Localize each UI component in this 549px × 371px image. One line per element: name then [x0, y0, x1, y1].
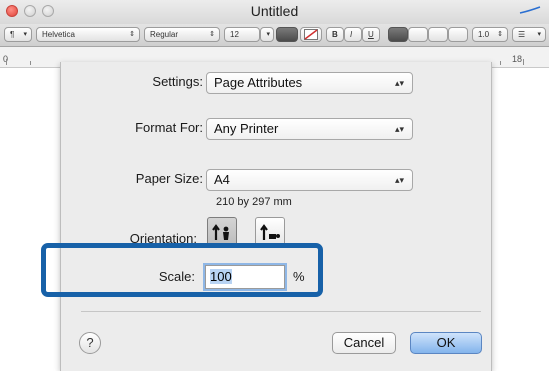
chevron-down-icon: ▾	[23, 31, 27, 38]
list-style-popup[interactable]: ☰ ▾	[512, 27, 546, 42]
ruler-tick	[6, 59, 7, 65]
italic-button[interactable]: I	[344, 27, 362, 42]
settings-value: Page Attributes	[214, 75, 303, 90]
font-size-field[interactable]: 12	[224, 27, 260, 42]
font-size-value: 12	[230, 30, 239, 39]
updown-icon: ⇕	[129, 31, 135, 38]
ok-button[interactable]: OK	[410, 332, 482, 354]
chevron-down-icon: ▾	[266, 31, 270, 38]
title-bar: Untitled	[0, 0, 549, 24]
highlight-color-button[interactable]	[300, 27, 322, 42]
settings-popup[interactable]: Page Attributes ▴▾	[206, 72, 413, 94]
align-left-button[interactable]	[388, 27, 408, 42]
text-editor-window: Untitled ¶ ▾ Helvetica ⇕ Regular ⇕ 12 ▾	[0, 0, 549, 371]
font-style-popup[interactable]: Regular ⇕	[144, 27, 220, 42]
paper-dimensions: 210 by 297 mm	[216, 196, 292, 208]
format-toolbar: ¶ ▾ Helvetica ⇕ Regular ⇕ 12 ▾ B I U 1.0…	[0, 24, 549, 47]
paper-size-value: A4	[214, 172, 230, 187]
page-setup-sheet: Settings: Page Attributes ▴▾ Format For:…	[60, 62, 492, 371]
ruler-tick	[500, 61, 501, 65]
paper-size-popup[interactable]: A4 ▴▾	[206, 169, 413, 191]
paragraph-styles-button[interactable]: ¶ ▾	[4, 27, 32, 42]
updown-icon: ▴▾	[394, 175, 404, 185]
format-for-label: Format For:	[135, 120, 203, 135]
ruler-tick	[30, 61, 31, 65]
font-family-value: Helvetica	[42, 30, 75, 39]
paragraph-icon: ¶	[10, 30, 15, 39]
bold-button[interactable]: B	[326, 27, 344, 42]
scale-highlight-box	[41, 243, 323, 297]
updown-icon: ⇕	[497, 31, 503, 38]
line-spacing-value: 1.0	[478, 30, 490, 39]
text-color-button[interactable]	[276, 27, 298, 42]
underline-button[interactable]: U	[362, 27, 380, 42]
portrait-orientation-icon	[212, 224, 229, 240]
updown-icon: ⇕	[209, 31, 215, 38]
updown-icon: ▴▾	[394, 78, 404, 88]
format-for-popup[interactable]: Any Printer ▴▾	[206, 118, 413, 140]
align-center-button[interactable]	[408, 27, 428, 42]
ruler-tick	[523, 59, 524, 65]
pen-stroke-icon	[519, 6, 541, 14]
format-for-value: Any Printer	[214, 121, 279, 136]
divider	[81, 311, 481, 312]
paper-size-label: Paper Size:	[135, 171, 203, 186]
updown-icon: ▴▾	[394, 124, 404, 134]
no-color-icon	[304, 29, 318, 40]
line-spacing-popup[interactable]: 1.0 ⇕	[472, 27, 508, 42]
font-style-value: Regular	[150, 30, 179, 39]
list-icon: ☰	[518, 30, 526, 39]
settings-label: Settings:	[152, 74, 203, 89]
font-size-dropdown[interactable]: ▾	[260, 27, 274, 42]
window-title: Untitled	[250, 3, 299, 19]
ruler-right-label: 18	[512, 54, 523, 64]
align-justify-button[interactable]	[448, 27, 468, 42]
landscape-orientation-icon	[260, 224, 280, 240]
cancel-button[interactable]: Cancel	[332, 332, 396, 354]
align-right-button[interactable]	[428, 27, 448, 42]
font-family-popup[interactable]: Helvetica ⇕	[36, 27, 140, 42]
chevron-down-icon: ▾	[537, 31, 541, 38]
help-button[interactable]: ?	[79, 332, 101, 354]
